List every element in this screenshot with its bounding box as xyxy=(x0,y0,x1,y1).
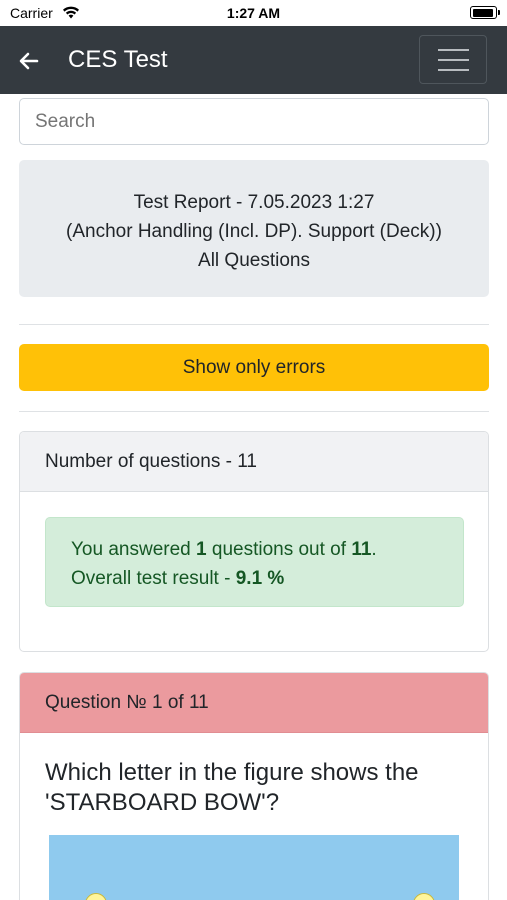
answered-count: 1 xyxy=(196,539,207,560)
result-value: 9.1 % xyxy=(235,568,285,589)
report-course: (Anchor Handling (Incl. DP). Support (De… xyxy=(66,221,442,242)
report-date: Test Report - 7.05.2023 1:27 xyxy=(133,192,375,213)
navbar: CES Test xyxy=(0,26,507,94)
hamburger-icon xyxy=(438,49,469,51)
status-time: 1:27 AM xyxy=(226,5,281,21)
figure-marker-left xyxy=(85,893,107,900)
summary-card-header: Number of questions - 11 xyxy=(20,432,488,492)
answered-line: You answered 1 questions out of 11. xyxy=(71,539,377,560)
question-text: Which letter in the figure shows the 'ST… xyxy=(45,759,419,816)
question-figure xyxy=(49,835,459,900)
report-scope: All Questions xyxy=(198,250,310,271)
result-line: Overall test result - 9.1 % xyxy=(71,568,285,589)
show-only-errors-button[interactable]: Show only errors xyxy=(19,344,489,391)
page-title: CES Test xyxy=(68,46,168,73)
result-alert: You answered 1 questions out of 11. Over… xyxy=(45,517,464,607)
back-arrow-icon[interactable] xyxy=(18,50,40,72)
summary-card: Number of questions - 11 You answered 1 … xyxy=(19,431,489,652)
test-report-panel: Test Report - 7.05.2023 1:27 (Anchor Han… xyxy=(19,160,489,297)
divider xyxy=(19,324,489,325)
search-input[interactable] xyxy=(19,98,489,145)
question-card: Question № 1 of 11 Which letter in the f… xyxy=(19,672,489,900)
figure-marker-right xyxy=(413,893,435,900)
total-count: 11 xyxy=(351,539,372,560)
menu-toggle-button[interactable] xyxy=(419,35,487,84)
battery-icon xyxy=(470,6,500,19)
status-bar: Carrier 1:27 AM xyxy=(0,0,507,26)
question-card-header: Question № 1 of 11 xyxy=(20,673,488,733)
divider xyxy=(19,411,489,412)
